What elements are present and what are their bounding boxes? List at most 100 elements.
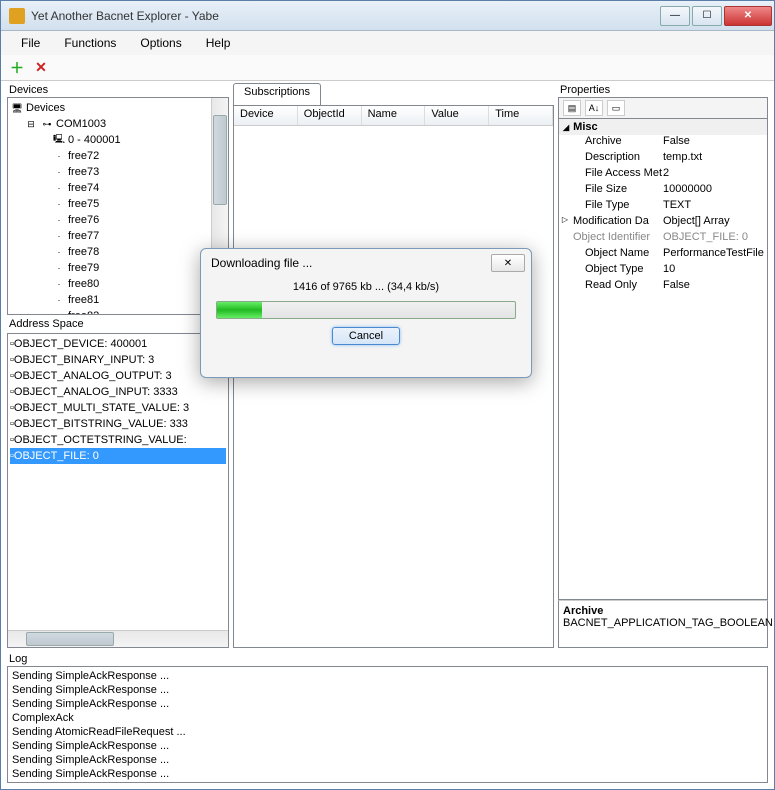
- address-item[interactable]: ▫OBJECT_FILE: 0: [10, 448, 226, 464]
- tree-item[interactable]: ·free76: [10, 212, 209, 228]
- prop-category[interactable]: ◢Misc: [559, 119, 767, 135]
- minus-icon[interactable]: ⊟: [24, 117, 38, 131]
- prop-row[interactable]: File TypeTEXT: [559, 199, 767, 215]
- prop-value[interactable]: 2: [663, 167, 767, 183]
- prop-value[interactable]: False: [663, 135, 767, 151]
- maximize-button[interactable]: ☐: [692, 6, 722, 26]
- log-line: Sending SimpleAckResponse ...: [12, 669, 763, 683]
- address-item[interactable]: ▫OBJECT_DEVICE: 400001: [10, 336, 226, 352]
- close-button[interactable]: ✕: [724, 6, 772, 26]
- column-header[interactable]: Time: [489, 106, 553, 125]
- prop-row[interactable]: Read OnlyFalse: [559, 279, 767, 295]
- tree-port[interactable]: ⊟⊶COM1003: [10, 116, 209, 132]
- tree-item[interactable]: 🖳0 - 400001: [10, 132, 209, 148]
- expand-icon[interactable]: ▷: [559, 215, 571, 231]
- titlebar[interactable]: Yet Another Bacnet Explorer - Yabe — ☐ ✕: [1, 1, 774, 31]
- tree-item[interactable]: ·free72: [10, 148, 209, 164]
- log-line: Sending SimpleAckResponse ...: [12, 697, 763, 711]
- properties-toolbar: ▤ A↓ ▭: [558, 97, 768, 119]
- tree-item[interactable]: ·free82: [10, 308, 209, 314]
- address-item[interactable]: ▫OBJECT_BITSTRING_VALUE: 333: [10, 416, 226, 432]
- devices-tree[interactable]: 🖥Devices⊟⊶COM1003🖳0 - 400001·free72·free…: [7, 97, 229, 315]
- categorize-icon[interactable]: ▤: [563, 100, 581, 116]
- prop-value[interactable]: TEXT: [663, 199, 767, 215]
- sort-az-icon[interactable]: A↓: [585, 100, 603, 116]
- prop-name: Read Only: [571, 279, 663, 295]
- tree-root[interactable]: 🖥Devices: [10, 100, 209, 116]
- log-panel[interactable]: Sending SimpleAckResponse ...Sending Sim…: [7, 666, 768, 783]
- object-icon: ▫: [10, 354, 14, 366]
- window-title: Yet Another Bacnet Explorer - Yabe: [31, 9, 660, 23]
- prop-row[interactable]: File Access Met2: [559, 167, 767, 183]
- property-grid[interactable]: ◢MiscArchiveFalseDescriptiontemp.txtFile…: [558, 119, 768, 600]
- tree-item[interactable]: ·free81: [10, 292, 209, 308]
- prop-row[interactable]: Object Type10: [559, 263, 767, 279]
- app-window: Yet Another Bacnet Explorer - Yabe — ☐ ✕…: [0, 0, 775, 790]
- log-line: Sending SimpleAckResponse ...: [12, 753, 763, 767]
- prop-desc-title: Archive: [563, 605, 763, 617]
- tree-item[interactable]: ·free79: [10, 260, 209, 276]
- prop-value[interactable]: PerformanceTestFile: [663, 247, 767, 263]
- prop-row[interactable]: File Size10000000: [559, 183, 767, 199]
- cancel-button[interactable]: Cancel: [332, 327, 400, 345]
- address-item[interactable]: ▫OBJECT_ANALOG_INPUT: 3333: [10, 384, 226, 400]
- free-icon: ·: [52, 165, 66, 179]
- app-icon: [9, 8, 25, 24]
- remove-button[interactable]: ✕: [33, 60, 49, 76]
- hscroll-thumb[interactable]: [26, 632, 114, 646]
- tree-item[interactable]: ·free78: [10, 244, 209, 260]
- tab-subscriptions[interactable]: Subscriptions: [233, 83, 321, 105]
- log-line: Sending SimpleAckResponse ...: [12, 767, 763, 781]
- free-icon: ·: [52, 277, 66, 291]
- column-header[interactable]: Name: [362, 106, 426, 125]
- download-dialog: Downloading file ... ✕ 1416 of 9765 kb .…: [200, 248, 532, 378]
- tree-item[interactable]: ·free73: [10, 164, 209, 180]
- prop-row[interactable]: Object NamePerformanceTestFile: [559, 247, 767, 263]
- free-icon: ·: [52, 213, 66, 227]
- free-icon: ·: [52, 293, 66, 307]
- column-header[interactable]: Device: [234, 106, 298, 125]
- object-icon: ▫: [10, 338, 14, 350]
- prop-value[interactable]: False: [663, 279, 767, 295]
- column-header[interactable]: ObjectId: [298, 106, 362, 125]
- minimize-button[interactable]: —: [660, 6, 690, 26]
- prop-row[interactable]: Object IdentifierOBJECT_FILE: 0: [559, 231, 767, 247]
- prop-value[interactable]: OBJECT_FILE: 0: [663, 231, 767, 247]
- address-space-list[interactable]: ▫OBJECT_DEVICE: 400001▫OBJECT_BINARY_INP…: [7, 333, 229, 648]
- prop-pages-icon[interactable]: ▭: [607, 100, 625, 116]
- menu-functions[interactable]: Functions: [54, 34, 126, 52]
- prop-name: Modification Da: [571, 215, 663, 231]
- tree-item[interactable]: ·free74: [10, 180, 209, 196]
- tree-item[interactable]: ·free80: [10, 276, 209, 292]
- prop-row[interactable]: ▷Modification DaObject[] Array: [559, 215, 767, 231]
- address-item[interactable]: ▫OBJECT_OCTETSTRING_VALUE:: [10, 432, 226, 448]
- prop-value[interactable]: 10: [663, 263, 767, 279]
- scrollbar-thumb[interactable]: [213, 115, 227, 205]
- object-icon: ▫: [10, 418, 14, 430]
- menu-options[interactable]: Options: [130, 34, 191, 52]
- add-button[interactable]: ＋: [9, 60, 25, 76]
- tree-item[interactable]: ·free77: [10, 228, 209, 244]
- port-icon: ⊶: [40, 117, 54, 131]
- prop-value[interactable]: temp.txt: [663, 151, 767, 167]
- log-line: Sending AtomicReadFileRequest ...: [12, 725, 763, 739]
- address-item[interactable]: ▫OBJECT_ANALOG_OUTPUT: 3: [10, 368, 226, 384]
- column-header[interactable]: Value: [425, 106, 489, 125]
- tree-item[interactable]: ·free75: [10, 196, 209, 212]
- log-line: Sending SimpleAckResponse ...: [12, 739, 763, 753]
- prop-name: Object Name: [571, 247, 663, 263]
- prop-name: File Size: [571, 183, 663, 199]
- menu-help[interactable]: Help: [196, 34, 241, 52]
- free-icon: ·: [52, 149, 66, 163]
- collapse-icon[interactable]: ◢: [563, 123, 569, 132]
- address-space-hscroll[interactable]: [8, 630, 228, 647]
- prop-value[interactable]: Object[] Array: [663, 215, 767, 231]
- menu-file[interactable]: File: [11, 34, 50, 52]
- prop-name: Description: [571, 151, 663, 167]
- prop-row[interactable]: ArchiveFalse: [559, 135, 767, 151]
- address-item[interactable]: ▫OBJECT_MULTI_STATE_VALUE: 3: [10, 400, 226, 416]
- dialog-close-button[interactable]: ✕: [491, 254, 525, 272]
- prop-row[interactable]: Descriptiontemp.txt: [559, 151, 767, 167]
- prop-value[interactable]: 10000000: [663, 183, 767, 199]
- address-item[interactable]: ▫OBJECT_BINARY_INPUT: 3: [10, 352, 226, 368]
